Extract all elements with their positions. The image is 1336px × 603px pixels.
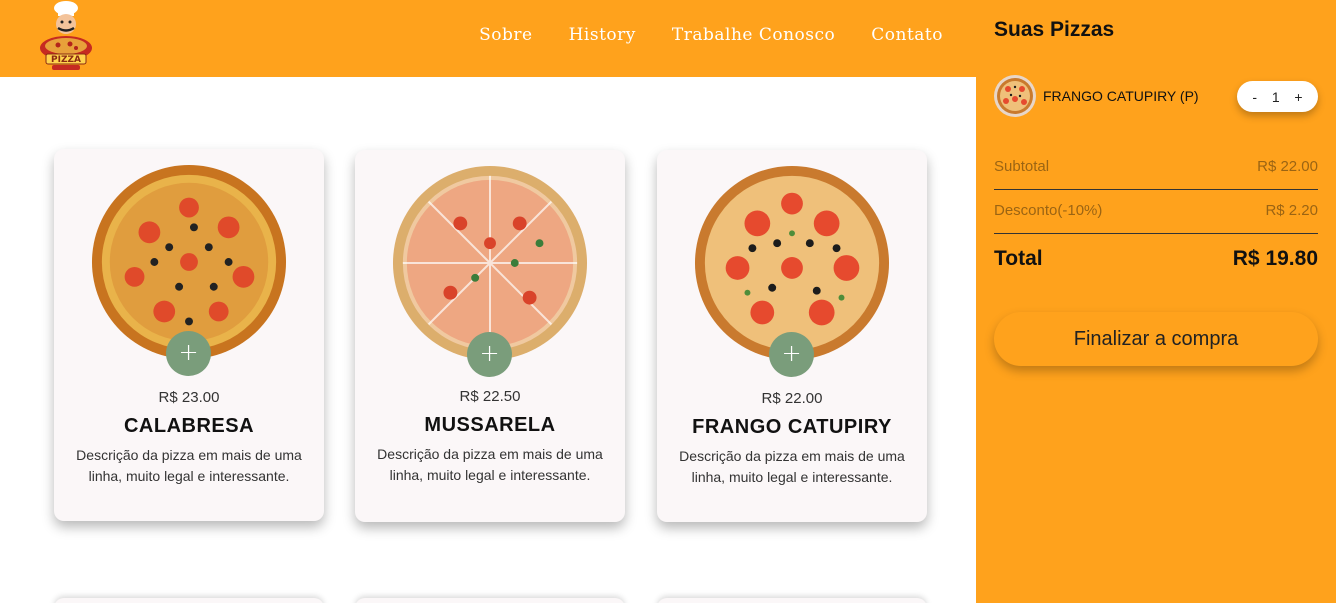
subtotal-value: R$ 22.00 xyxy=(1257,158,1318,175)
cart-sidebar: Suas Pizzas FRANGO CATUPIRY (P) - 1 + Su… xyxy=(976,0,1336,603)
increase-quantity-button[interactable]: + xyxy=(1290,89,1306,105)
product-description: Descrição da pizza em mais de uma linha,… xyxy=(76,447,302,484)
product-card-mussarela: + R$ 22.50 MUSSARELA Descrição da pizza … xyxy=(355,150,625,522)
product-name: FRANGO CATUPIRY xyxy=(692,416,892,438)
product-name: CALABRESA xyxy=(123,415,255,437)
nav-link-trabalhe-conosco[interactable]: Trabalhe Conosco xyxy=(672,25,835,45)
product-description: Descrição da pizza em mais de uma linha,… xyxy=(377,446,603,483)
cart-item: FRANGO CATUPIRY (P) - 1 + xyxy=(994,75,1318,119)
discount-value: R$ 2.20 xyxy=(1265,202,1318,219)
product-card-partial xyxy=(657,598,927,603)
total-row: Total R$ 19.80 xyxy=(994,247,1318,271)
product-card-frango-catupiry: + R$ 22.00 FRANGO CATUPIRY Descrição da … xyxy=(657,150,927,522)
nav-link-sobre[interactable]: Sobre xyxy=(479,25,532,45)
add-to-cart-button[interactable]: + xyxy=(467,332,512,377)
cart-item-name: FRANGO CATUPIRY (P) xyxy=(1043,88,1199,104)
product-description: Descrição da pizza em mais de uma linha,… xyxy=(679,448,905,485)
pizza-logo[interactable]: PIZZA xyxy=(34,0,98,74)
add-to-cart-button[interactable]: + xyxy=(166,331,211,376)
product-card-partial xyxy=(355,598,625,603)
add-to-cart-button[interactable]: + xyxy=(769,332,814,377)
main-nav: Sobre History Trabalhe Conosco Contato xyxy=(479,25,943,45)
total-label: Total xyxy=(994,247,1043,270)
product-card-calabresa: + R$ 23.00 CALABRESA Descrição da pizza … xyxy=(54,149,324,521)
logo-text: PIZZA xyxy=(51,55,81,65)
product-price: R$ 22.50 xyxy=(459,388,521,405)
discount-label: Desconto(-10%) xyxy=(994,202,1103,219)
nav-link-history[interactable]: History xyxy=(569,25,636,45)
quantity-value: 1 xyxy=(1271,88,1280,105)
subtotal-label: Subtotal xyxy=(994,158,1050,175)
divider xyxy=(994,189,1318,190)
total-value: R$ 19.80 xyxy=(1232,247,1318,270)
decrease-quantity-button[interactable]: - xyxy=(1248,89,1261,105)
checkout-button[interactable]: Finalizar a compra xyxy=(994,312,1318,366)
nav-link-contato[interactable]: Contato xyxy=(871,25,943,45)
discount-row: Desconto(-10%) R$ 2.20 xyxy=(994,202,1318,219)
subtotal-row: Subtotal R$ 22.00 xyxy=(994,158,1318,175)
cart-item-thumbnail xyxy=(994,75,1036,117)
quantity-stepper: - 1 + xyxy=(1237,81,1318,112)
product-price: R$ 23.00 xyxy=(158,389,220,406)
product-price: R$ 22.00 xyxy=(761,390,823,407)
divider xyxy=(994,233,1318,234)
product-card-partial xyxy=(54,598,324,603)
cart-title: Suas Pizzas xyxy=(994,18,1115,41)
site-header: PIZZA Sobre History Trabalhe Conosco Con… xyxy=(0,0,976,77)
product-name: MUSSARELA xyxy=(424,414,556,436)
